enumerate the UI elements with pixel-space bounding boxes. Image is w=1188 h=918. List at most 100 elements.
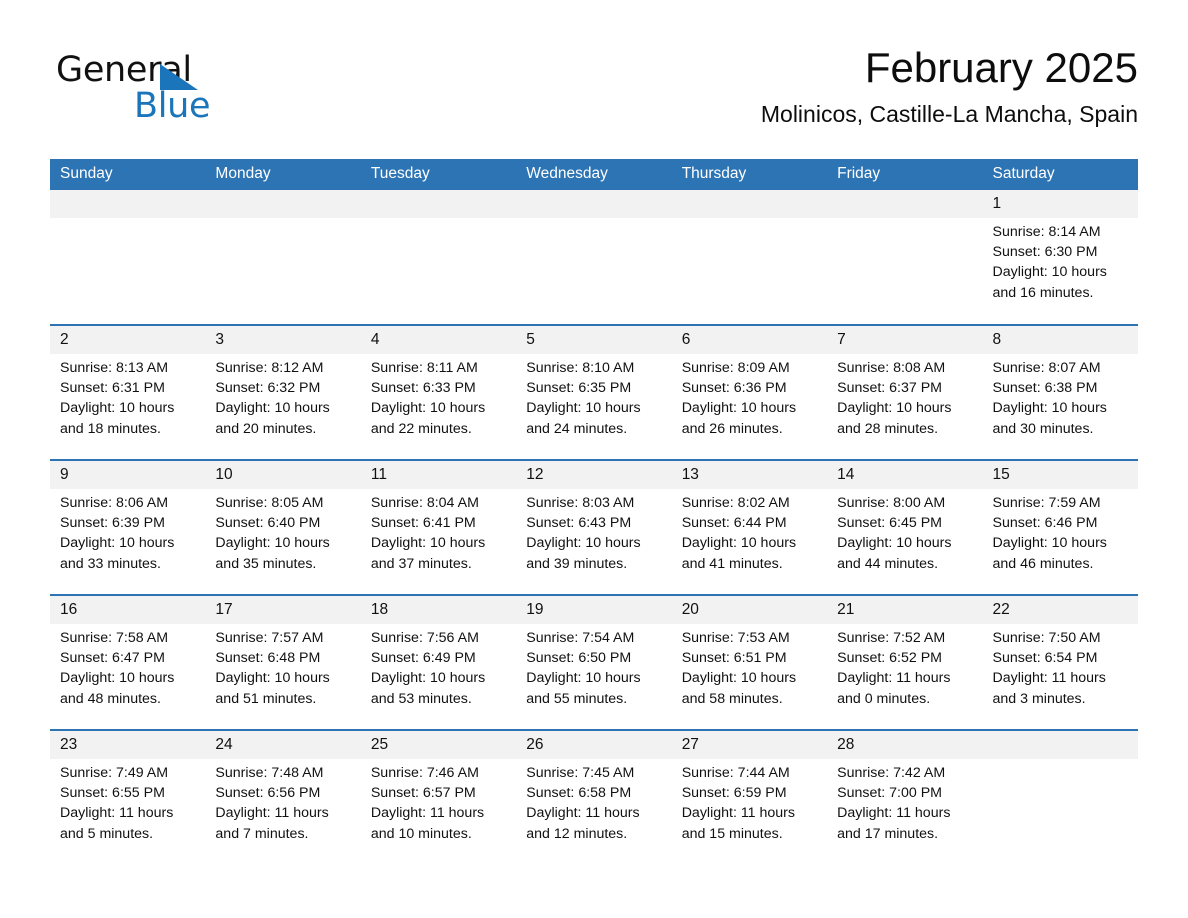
sunrise-text: Sunrise: 8:11 AM xyxy=(370,360,478,376)
calendar-day-cell[interactable]: 1 Sunrise: 8:14 AM Sunset: 6:30 PM Daylight… xyxy=(982,190,1138,325)
calendar-page: General Blue February 2025 Molinicos, Ca… xyxy=(0,0,1188,918)
sunrise-text: Sunrise: 7:42 AM xyxy=(837,765,946,781)
sunset-text: Sunset: 6:52 PM xyxy=(837,650,942,667)
sunrise-text: Sunrise: 8:05 AM xyxy=(215,495,324,511)
sunset-text: Sunset: 6:54 PM xyxy=(992,650,1098,667)
sunset-text: Sunset: 6:48 PM xyxy=(215,650,321,667)
calendar-day-cell[interactable]: 22 Sunrise: 7:50 AM Sunset: 6:54 PM Dayligh… xyxy=(982,594,1138,730)
calendar-day-cell[interactable]: 18 Sunrise: 7:56 AM Sunset: 6:49 PM Dayligh… xyxy=(360,594,517,730)
daylight-text: Daylight: 10 hours and 35 minutes. xyxy=(215,535,330,572)
day-number xyxy=(982,731,1138,759)
sunset-text: Sunset: 6:59 PM xyxy=(681,785,787,802)
calendar-day-cell[interactable]: 15 Sunrise: 7:59 AM Sunset: 6:46 PM Dayligh… xyxy=(982,459,1138,595)
daylight-text: Daylight: 10 hours and 55 minutes. xyxy=(526,670,641,707)
calendar-day-cell[interactable]: 4 Sunrise: 8:11 AM Sunset: 6:33 PM Daylight… xyxy=(360,324,517,460)
sunrise-text: Sunrise: 8:10 AM xyxy=(526,360,635,376)
daylight-text: Daylight: 11 hours and 12 minutes. xyxy=(526,805,640,842)
calendar-day-cell[interactable]: 20 Sunrise: 7:53 AM Sunset: 6:51 PM Dayligh… xyxy=(671,594,828,730)
calendar-day-cell-empty xyxy=(360,190,517,325)
calendar-day-cell[interactable]: 24 Sunrise: 7:48 AM Sunset: 6:56 PM Dayligh… xyxy=(205,729,361,865)
calendar-day-cell[interactable]: 17 Sunrise: 7:57 AM Sunset: 6:48 PM Dayligh… xyxy=(205,594,361,730)
sunset-text: Sunset: 6:31 PM xyxy=(60,380,165,397)
daylight-text: Daylight: 10 hours and 46 minutes. xyxy=(992,535,1107,572)
calendar-day-cell[interactable]: 9 Sunrise: 8:06 AM Sunset: 6:39 PM Daylight… xyxy=(50,459,206,595)
day-sun-info: Sunrise: 7:45 AM Sunset: 6:58 PM Daylight:… xyxy=(516,759,671,844)
day-sun-info: Sunrise: 8:11 AM Sunset: 6:33 PM Daylight:… xyxy=(361,354,516,439)
calendar-week-row: 1 Sunrise: 8:14 AM Sunset: 6:30 PM Daylight… xyxy=(50,190,1138,325)
sunset-text: Sunset: 6:38 PM xyxy=(992,380,1098,397)
sunset-text: Sunset: 6:46 PM xyxy=(992,515,1098,532)
calendar-day-cell[interactable]: 10 Sunrise: 8:05 AM Sunset: 6:40 PM Dayligh… xyxy=(205,459,361,595)
calendar-day-cell[interactable]: 27 Sunrise: 7:44 AM Sunset: 6:59 PM Dayligh… xyxy=(671,729,828,865)
calendar-day-cell[interactable]: 25 Sunrise: 7:46 AM Sunset: 6:57 PM Dayligh… xyxy=(360,729,517,865)
calendar-day-cell[interactable]: 19 Sunrise: 7:54 AM Sunset: 6:50 PM Dayligh… xyxy=(516,594,672,730)
calendar-day-cell[interactable]: 7 Sunrise: 8:08 AM Sunset: 6:37 PM Daylight… xyxy=(827,324,983,460)
calendar-week-row: 9 Sunrise: 8:06 AM Sunset: 6:39 PM Daylight… xyxy=(50,459,1138,595)
day-sun-info: Sunrise: 7:57 AM Sunset: 6:48 PM Daylight:… xyxy=(205,624,360,709)
day-number: 14 xyxy=(827,461,983,489)
day-sun-info: Sunrise: 8:10 AM Sunset: 6:35 PM Daylight:… xyxy=(516,354,671,439)
daylight-text: Daylight: 10 hours and 33 minutes. xyxy=(60,535,175,572)
day-sun-info: Sunrise: 7:44 AM Sunset: 6:59 PM Daylight:… xyxy=(672,759,827,844)
calendar-day-cell[interactable]: 23 Sunrise: 7:49 AM Sunset: 6:55 PM Dayligh… xyxy=(50,729,206,865)
day-sun-info: Sunrise: 7:48 AM Sunset: 6:56 PM Daylight:… xyxy=(205,759,360,844)
calendar-day-cell[interactable]: 5 Sunrise: 8:10 AM Sunset: 6:35 PM Daylight… xyxy=(516,324,672,460)
day-number: 13 xyxy=(671,461,828,489)
sunrise-text: Sunrise: 7:44 AM xyxy=(681,765,790,781)
daylight-text: Daylight: 10 hours and 24 minutes. xyxy=(526,400,641,437)
calendar-day-cell-empty xyxy=(671,190,828,325)
calendar-day-cell-empty xyxy=(516,190,672,325)
calendar-day-cell[interactable]: 13 Sunrise: 8:02 AM Sunset: 6:44 PM Dayligh… xyxy=(671,459,828,595)
sunset-text: Sunset: 7:00 PM xyxy=(837,785,942,802)
sunset-text: Sunset: 6:41 PM xyxy=(370,515,476,532)
daylight-text: Daylight: 11 hours and 17 minutes. xyxy=(837,805,951,842)
calendar-day-cell[interactable]: 12 Sunrise: 8:03 AM Sunset: 6:43 PM Dayligh… xyxy=(516,459,672,595)
calendar-day-cell[interactable]: 3 Sunrise: 8:12 AM Sunset: 6:32 PM Daylight… xyxy=(205,324,361,460)
calendar-day-cell[interactable]: 8 Sunrise: 8:07 AM Sunset: 6:38 PM Daylight… xyxy=(982,324,1138,460)
logo-text-blue: Blue xyxy=(134,86,211,126)
day-sun-info: Sunrise: 8:07 AM Sunset: 6:38 PM Daylight:… xyxy=(983,354,1138,439)
calendar-day-cell[interactable]: 16 Sunrise: 7:58 AM Sunset: 6:47 PM Dayligh… xyxy=(50,594,206,730)
month-calendar: Sunday Monday Tuesday Wednesday Thursday… xyxy=(50,159,1138,865)
calendar-day-cell[interactable]: 6 Sunrise: 8:09 AM Sunset: 6:36 PM Daylight… xyxy=(671,324,828,460)
daylight-text: Daylight: 10 hours and 18 minutes. xyxy=(60,400,175,437)
sunrise-text: Sunrise: 8:08 AM xyxy=(837,360,946,376)
sunrise-text: Sunrise: 8:14 AM xyxy=(992,224,1101,240)
day-number xyxy=(671,190,828,218)
sunset-text: Sunset: 6:58 PM xyxy=(526,785,632,802)
daylight-text: Daylight: 10 hours and 39 minutes. xyxy=(526,535,641,572)
sunrise-text: Sunrise: 7:56 AM xyxy=(370,630,479,646)
sunrise-text: Sunrise: 7:59 AM xyxy=(992,495,1101,511)
day-number: 21 xyxy=(827,596,983,624)
sunrise-text: Sunrise: 8:12 AM xyxy=(215,360,324,376)
weekday-header-wednesday: Wednesday xyxy=(516,159,672,190)
calendar-day-cell[interactable]: 11 Sunrise: 8:04 AM Sunset: 6:41 PM Dayligh… xyxy=(360,459,517,595)
day-sun-info: Sunrise: 7:50 AM Sunset: 6:54 PM Daylight:… xyxy=(983,624,1138,709)
calendar-day-cell[interactable]: 26 Sunrise: 7:45 AM Sunset: 6:58 PM Dayligh… xyxy=(516,729,672,865)
daylight-text: Daylight: 10 hours and 53 minutes. xyxy=(370,670,486,707)
calendar-day-cell[interactable]: 21 Sunrise: 7:52 AM Sunset: 6:52 PM Dayligh… xyxy=(827,594,983,730)
calendar-day-cell[interactable]: 14 Sunrise: 8:00 AM Sunset: 6:45 PM Dayligh… xyxy=(827,459,983,595)
daylight-text: Daylight: 11 hours and 5 minutes. xyxy=(60,805,174,842)
day-number: 11 xyxy=(360,461,517,489)
day-sun-info: Sunrise: 8:00 AM Sunset: 6:45 PM Daylight:… xyxy=(827,489,982,574)
sunset-text: Sunset: 6:51 PM xyxy=(681,650,787,667)
day-number: 3 xyxy=(205,326,361,354)
day-number: 26 xyxy=(516,731,672,759)
daylight-text: Daylight: 10 hours and 26 minutes. xyxy=(681,400,797,437)
sunrise-text: Sunrise: 8:09 AM xyxy=(681,360,790,376)
day-sun-info: Sunrise: 7:46 AM Sunset: 6:57 PM Daylight:… xyxy=(361,759,516,844)
sunset-text: Sunset: 6:49 PM xyxy=(370,650,476,667)
day-number: 17 xyxy=(205,596,361,624)
day-sun-info: Sunrise: 8:12 AM Sunset: 6:32 PM Daylight:… xyxy=(205,354,360,439)
day-sun-info: Sunrise: 8:06 AM Sunset: 6:39 PM Daylight:… xyxy=(50,489,205,574)
sunrise-text: Sunrise: 8:03 AM xyxy=(526,495,635,511)
day-number: 22 xyxy=(982,596,1138,624)
calendar-day-cell[interactable]: 28 Sunrise: 7:42 AM Sunset: 7:00 PM Dayligh… xyxy=(827,729,983,865)
calendar-day-cell[interactable]: 2 Sunrise: 8:13 AM Sunset: 6:31 PM Daylight… xyxy=(50,324,206,460)
day-sun-info: Sunrise: 8:05 AM Sunset: 6:40 PM Daylight:… xyxy=(205,489,360,574)
calendar-day-cell-empty xyxy=(50,190,206,325)
daylight-text: Daylight: 10 hours and 51 minutes. xyxy=(215,670,330,707)
daylight-text: Daylight: 11 hours and 7 minutes. xyxy=(215,805,329,842)
sunrise-text: Sunrise: 8:00 AM xyxy=(837,495,946,511)
